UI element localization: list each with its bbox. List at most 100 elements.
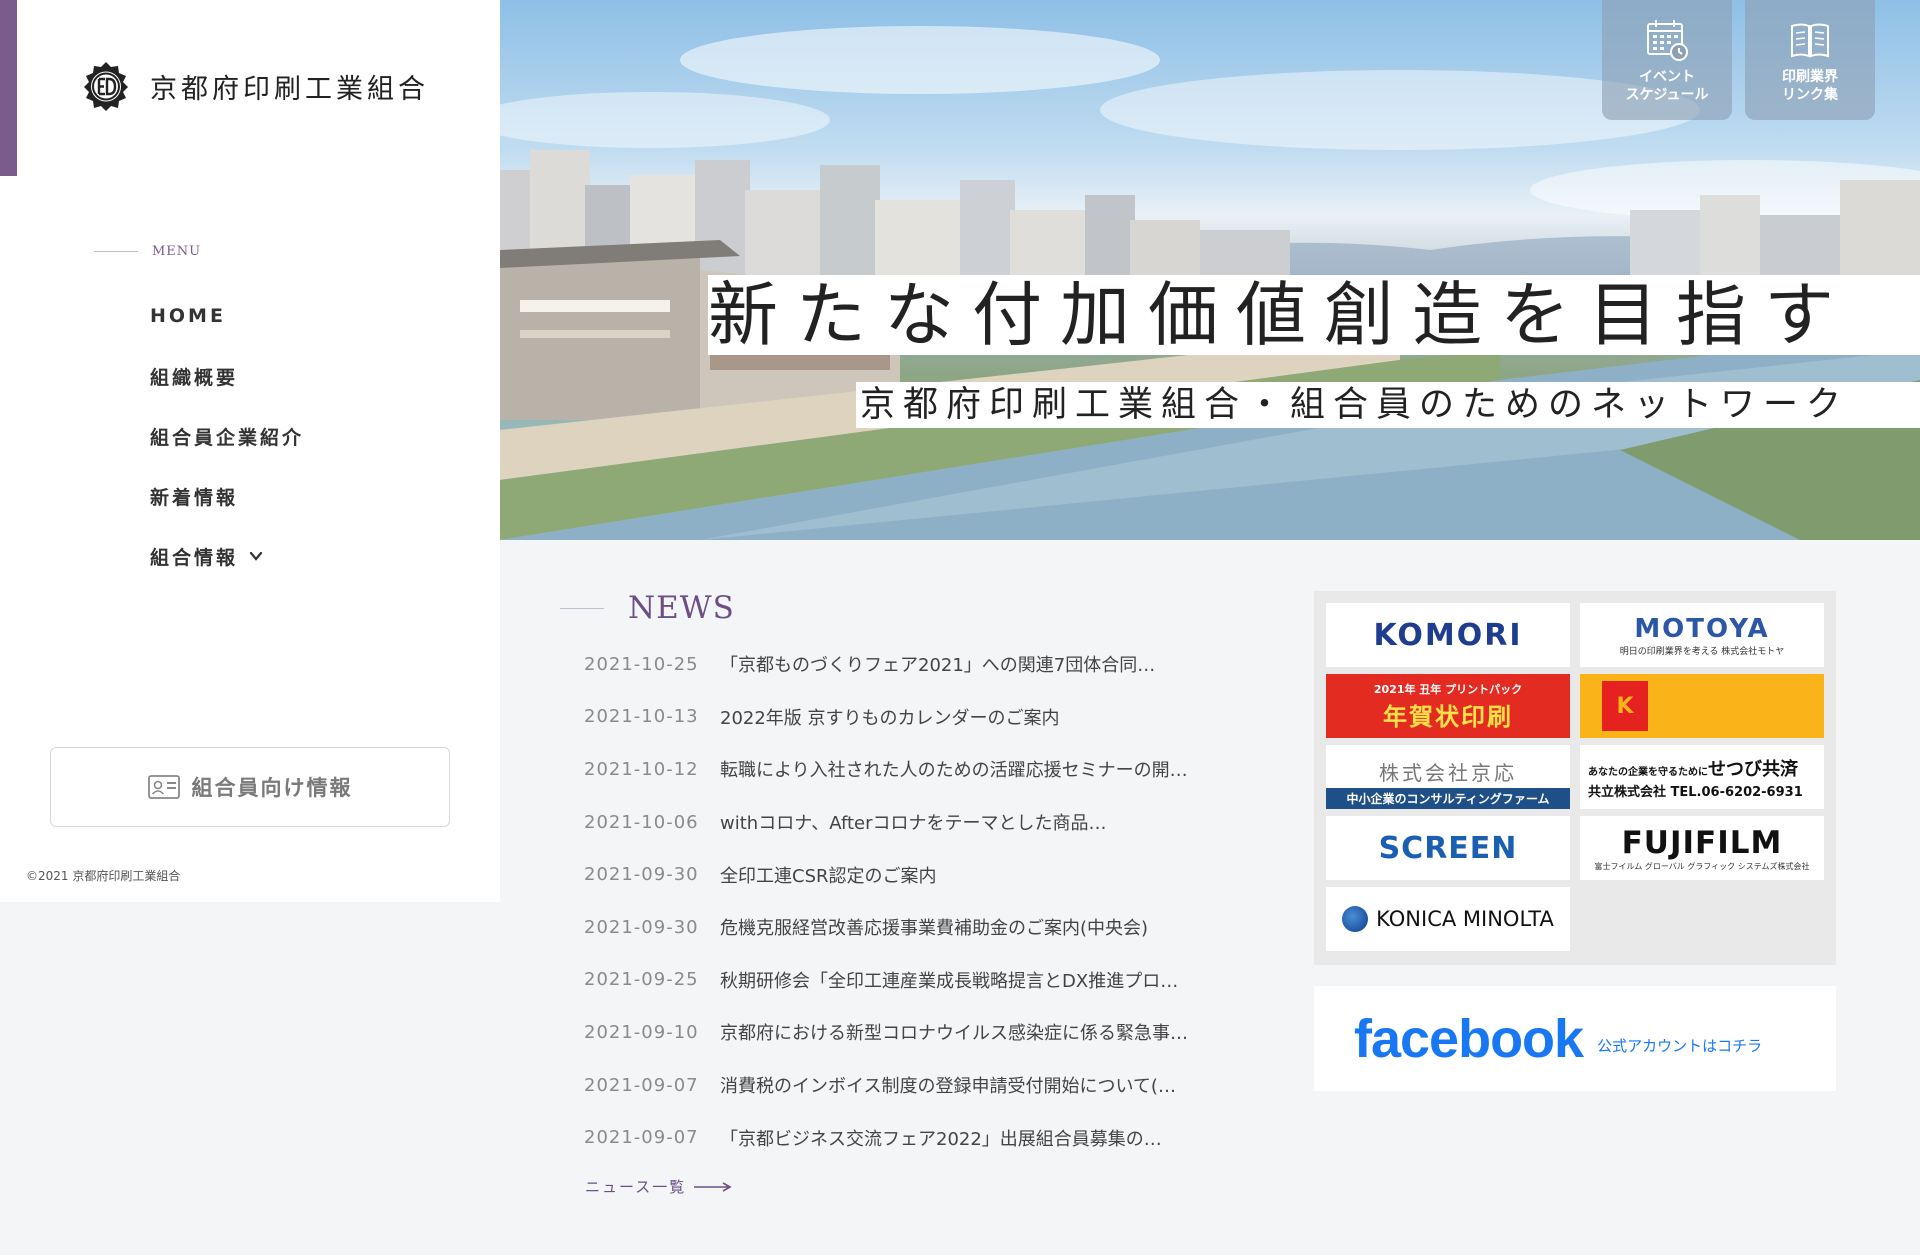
news-list: 2021-10-25 「京都ものづくりフェア2021」への関連7団体合同… 202… — [584, 638, 1244, 1164]
event-schedule-label-2: スケジュール — [1625, 87, 1709, 103]
kodak-banner[interactable]: K — [1580, 674, 1824, 738]
news-item[interactable]: 2021-10-12 転職により入社された人のための活躍応援セミナーの開… — [584, 743, 1244, 796]
menu-item-home[interactable]: HOME — [150, 286, 304, 346]
news-title: 京都府における新型コロナウイルス感染症に係る緊急事… — [720, 1023, 1188, 1045]
keio-banner[interactable]: 株式会社京応 中小企業のコンサルティングファーム — [1326, 745, 1570, 809]
nenga-top-text: 2021年 丑年 プリントパック — [1373, 682, 1523, 696]
chevron-down-icon — [249, 551, 263, 561]
news-title: 「京都ビジネス交流フェア2022」出展組合員募集の… — [720, 1128, 1162, 1150]
news-date: 2021-09-07 — [584, 1127, 699, 1149]
keio-tagline: 中小企業のコンサルティングファーム — [1326, 788, 1570, 809]
news-title: 転職により入社された人のための活躍応援セミナーの開… — [720, 760, 1188, 782]
kodak-logo-icon: K — [1602, 681, 1648, 731]
hero-subtagline: 京都府印刷工業組合・組合員のためのネットワーク — [856, 382, 1920, 428]
motoya-tagline: 明日の印刷業界を考える 株式会社モトヤ — [1619, 646, 1785, 657]
motoya-logo-text: MOTOYA — [1634, 613, 1770, 644]
news-title: 全印工連CSR認定のご案内 — [720, 865, 937, 887]
setsubi-contact: 共立株式会社 TEL.06-6202-6931 — [1588, 784, 1803, 800]
news-date: 2021-10-06 — [584, 811, 699, 833]
sponsor-banner-panel: KOMORI MOTOYA 明日の印刷業界を考える 株式会社モトヤ 2021年 … — [1314, 591, 1836, 965]
facebook-banner[interactable]: facebook 公式アカウントはコチラ — [1314, 986, 1836, 1091]
news-list-link[interactable]: ニュース一覧 — [585, 1176, 732, 1197]
setsubi-prefix: あなたの企業を守るために — [1588, 766, 1708, 778]
screen-banner[interactable]: SCREEN — [1326, 816, 1570, 880]
fujifilm-logo-text: FUJIFILM — [1621, 824, 1783, 861]
news-item[interactable]: 2021-09-25 秋期研修会「全印工連産業成長戦略提言とDX推進プロ… — [584, 954, 1244, 1007]
news-item[interactable]: 2021-10-25 「京都ものづくりフェア2021」への関連7団体合同… — [584, 638, 1244, 691]
nenga-main-text: 年賀状印刷 — [1383, 702, 1513, 731]
menu-item-label: 組合情報 — [150, 546, 239, 569]
news-date: 2021-09-10 — [584, 1021, 699, 1043]
setsubi-headline: あなたの企業を守るためにせつび共済 — [1588, 755, 1798, 781]
book-icon — [1791, 23, 1829, 58]
konica-logo-text: KONICA MINOLTA — [1376, 907, 1554, 931]
member-info-label: 組合員向け情報 — [191, 776, 353, 800]
menu-item-organization[interactable]: 組織概要 — [150, 346, 304, 406]
news-item[interactable]: 2021-09-30 危機克服経営改善応援事業費補助金のご案内(中央会) — [584, 901, 1244, 954]
news-section-title: NEWS — [560, 590, 735, 626]
industry-links-button[interactable]: 印刷業界 リンク集 — [1745, 0, 1875, 120]
news-item[interactable]: 2021-10-13 2022年版 京すりものカレンダーのご案内 — [584, 691, 1244, 744]
menu-item-label: HOME — [150, 305, 226, 327]
news-item[interactable]: 2021-09-07 「京都ビジネス交流フェア2022」出展組合員募集の… — [584, 1111, 1244, 1164]
news-item[interactable]: 2021-10-06 withコロナ、Afterコロナをテーマとした商品… — [584, 796, 1244, 849]
menu-item-label: 組合員企業紹介 — [150, 426, 305, 449]
event-schedule-label-1: イベント — [1639, 69, 1695, 85]
menu-item-news[interactable]: 新着情報 — [150, 466, 304, 526]
konica-minolta-banner[interactable]: KONICA MINOLTA — [1326, 887, 1570, 951]
setsubi-main: せつび共済 — [1708, 758, 1798, 780]
news-list-link-label: ニュース一覧 — [585, 1178, 687, 1196]
screen-logo-text: SCREEN — [1378, 830, 1518, 866]
id-card-icon — [147, 775, 180, 799]
printpac-nenga-banner[interactable]: 2021年 丑年 プリントパック 年賀状印刷 — [1326, 674, 1570, 738]
menu-item-union-info[interactable]: 組合情報 — [150, 526, 304, 586]
setsubi-kyosai-banner[interactable]: あなたの企業を守るためにせつび共済 共立株式会社 TEL.06-6202-693… — [1580, 745, 1824, 809]
event-schedule-button[interactable]: イベント スケジュール — [1602, 0, 1732, 120]
calendar-icon — [1647, 20, 1688, 61]
member-info-button[interactable]: 組合員向け情報 — [50, 747, 450, 827]
fujifilm-tagline: 富士フイルム グローバル グラフィック システムズ株式会社 — [1594, 861, 1810, 871]
facebook-note: 公式アカウントはコチラ — [1597, 1037, 1763, 1055]
menu-item-members[interactable]: 組合員企業紹介 — [150, 406, 304, 466]
union-emblem-icon — [84, 62, 128, 111]
industry-links-label-1: 印刷業界 — [1782, 69, 1838, 85]
hero-banner: 新たな付加価値創造を目指す 京都府印刷工業組合・組合員のためのネットワーク イベ… — [500, 0, 1920, 540]
news-date: 2021-09-25 — [584, 969, 699, 991]
arrow-right-icon — [694, 1181, 732, 1192]
site-logo-link[interactable]: 京都府印刷工業組合 — [82, 60, 429, 112]
menu-item-label: 組織概要 — [150, 366, 239, 389]
news-item[interactable]: 2021-09-30 全印工連CSR認定のご案内 — [584, 848, 1244, 901]
news-title: withコロナ、Afterコロナをテーマとした商品… — [720, 813, 1107, 835]
news-title: 秋期研修会「全印工連産業成長戦略提言とDX推進プロ… — [720, 970, 1179, 992]
news-date: 2021-10-13 — [584, 706, 699, 728]
konica-globe-icon — [1342, 906, 1369, 932]
menu-item-label: 新着情報 — [150, 486, 239, 509]
news-title: 2022年版 京すりものカレンダーのご案内 — [720, 707, 1060, 729]
menu-heading-label: MENU — [152, 244, 202, 259]
sidebar: 京都府印刷工業組合 MENU HOME 組織概要 組合員企業紹介 新着情報 組合… — [0, 0, 500, 902]
sidebar-accent-bar — [0, 0, 17, 176]
copyright: ©2021 京都府印刷工業組合 — [26, 869, 181, 883]
main-menu: HOME 組織概要 組合員企業紹介 新着情報 組合情報 — [150, 286, 304, 586]
news-date: 2021-10-25 — [584, 653, 699, 675]
site-logo-text: 京都府印刷工業組合 — [150, 73, 429, 105]
news-title: 「京都ものづくりフェア2021」への関連7団体合同… — [720, 655, 1156, 677]
news-date: 2021-09-30 — [584, 864, 699, 886]
news-date: 2021-09-30 — [584, 916, 699, 938]
news-item[interactable]: 2021-09-10 京都府における新型コロナウイルス感染症に係る緊急事… — [584, 1006, 1244, 1059]
menu-heading-rule — [94, 251, 138, 252]
fujifilm-banner[interactable]: FUJIFILM 富士フイルム グローバル グラフィック システムズ株式会社 — [1580, 816, 1824, 880]
news-item[interactable]: 2021-09-07 消費税のインボイス制度の登録申請受付開始について(… — [584, 1059, 1244, 1112]
news-date: 2021-10-12 — [584, 758, 699, 780]
news-title: 危機克服経営改善応援事業費補助金のご案内(中央会) — [720, 918, 1149, 940]
news-date: 2021-09-07 — [584, 1074, 699, 1096]
hero-tagline: 新たな付加価値創造を目指す — [708, 275, 1920, 355]
komori-logo-text: KOMORI — [1373, 617, 1523, 653]
news-title: 消費税のインボイス制度の登録申請受付開始について(… — [720, 1076, 1176, 1098]
news-title-text: NEWS — [628, 590, 735, 626]
motoya-banner[interactable]: MOTOYA 明日の印刷業界を考える 株式会社モトヤ — [1580, 603, 1824, 667]
komori-banner[interactable]: KOMORI — [1326, 603, 1570, 667]
facebook-logo-text: facebook — [1354, 1008, 1584, 1069]
keio-company-name: 株式会社京応 — [1379, 761, 1517, 785]
news-title-rule — [560, 607, 604, 609]
